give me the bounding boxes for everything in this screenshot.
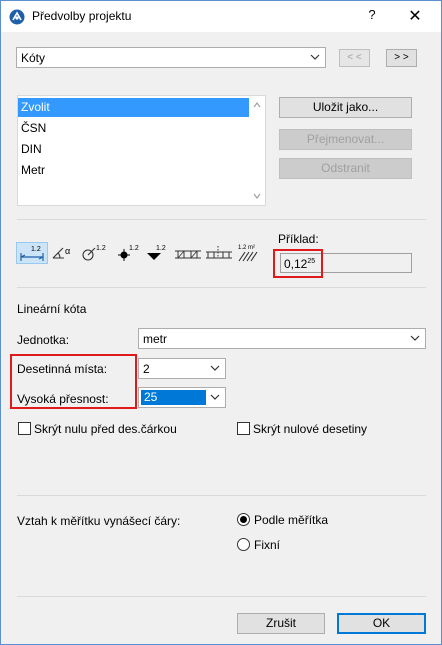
- door-window-dimension-icon: [175, 250, 201, 259]
- help-button[interactable]: ?: [363, 7, 381, 25]
- chevron-down-icon: [210, 394, 220, 400]
- highlight-frame-decimals: [10, 354, 137, 409]
- preset-item-csn[interactable]: ČSN: [18, 119, 249, 138]
- scale-option-fixed-label: Fixní: [254, 538, 281, 552]
- example-preview-extension: [327, 253, 412, 273]
- angular-dimension-tool[interactable]: α: [50, 242, 78, 264]
- elevation-dimension-icon: 1.2: [147, 245, 166, 260]
- precision-select[interactable]: 25: [138, 387, 226, 408]
- linear-dimension-icon: 1.2: [20, 246, 44, 261]
- prev-category-button[interactable]: < <: [339, 49, 370, 67]
- hide-trailing-zeros-label: Skrýt nulové desetiny: [253, 422, 368, 436]
- level-dimension-tool[interactable]: 1.2: [114, 242, 142, 264]
- scale-radio-fixed[interactable]: [237, 538, 250, 551]
- section-title-linear: Lineární kóta: [17, 302, 87, 316]
- preset-list-scrollbar[interactable]: [249, 96, 265, 205]
- elevation-dimension-tool[interactable]: 1.2: [144, 242, 172, 264]
- close-button[interactable]: ✕: [404, 6, 426, 26]
- example-label: Příklad:: [278, 232, 319, 246]
- preset-item-zvolit[interactable]: Zvolit: [18, 98, 249, 117]
- separator: [17, 596, 426, 597]
- preset-list[interactable]: Zvolit ČSN DIN Metr: [17, 95, 266, 206]
- area-dimension-icon: 1.2 m²: [238, 245, 258, 262]
- svg-text:α: α: [65, 246, 70, 256]
- archicad-logo-icon: [9, 9, 25, 25]
- hide-trailing-zeros-checkbox[interactable]: [237, 422, 250, 435]
- svg-text:1.2: 1.2: [31, 246, 41, 253]
- level-dimension-icon: 1.2: [118, 245, 139, 261]
- category-value: Kóty: [21, 51, 46, 65]
- window-title: Předvolby projektu: [32, 9, 132, 23]
- separator: [17, 219, 426, 220]
- preset-item-metr[interactable]: Metr: [18, 161, 249, 180]
- svg-text:1.2: 1.2: [129, 245, 139, 252]
- area-dimension-tool[interactable]: 1.2 m²: [236, 242, 266, 264]
- scroll-down-icon[interactable]: [252, 191, 262, 201]
- scale-option-by-scale-label: Podle měřítka: [254, 513, 329, 527]
- unit-value: metr: [143, 332, 167, 346]
- chevron-down-icon: [410, 335, 420, 341]
- delete-button[interactable]: Odstranit: [279, 158, 412, 179]
- linear-dimension-tool[interactable]: 1.2: [16, 242, 48, 264]
- door-window-dimension-tool[interactable]: [173, 242, 203, 264]
- category-select[interactable]: Kóty: [16, 47, 326, 68]
- precision-value: 25: [141, 390, 206, 405]
- separator: [17, 287, 426, 288]
- scroll-up-icon[interactable]: [252, 100, 262, 110]
- scale-relation-label: Vztah k měřítku vynášecí čáry:: [17, 514, 181, 528]
- svg-text:1.2: 1.2: [96, 245, 106, 252]
- sill-height-dimension-tool[interactable]: [204, 242, 234, 264]
- save-as-button[interactable]: Uložit jako...: [279, 97, 412, 118]
- radial-dimension-icon: 1.2: [82, 245, 106, 261]
- unit-select[interactable]: metr: [138, 328, 426, 349]
- angular-dimension-icon: α: [52, 246, 70, 259]
- hide-leading-zero-label: Skrýt nulu před des.čárkou: [34, 422, 177, 436]
- title-bar: Předvolby projektu ? ✕: [1, 1, 441, 32]
- sill-height-dimension-icon: [206, 246, 232, 259]
- hide-leading-zero-checkbox[interactable]: [18, 422, 31, 435]
- decimals-value: 2: [143, 362, 150, 376]
- chevron-down-icon: [210, 365, 220, 371]
- decimals-select[interactable]: 2: [138, 358, 226, 379]
- unit-label: Jednotka:: [17, 333, 70, 347]
- svg-text:1.2 m²: 1.2 m²: [238, 245, 255, 251]
- scale-radio-by-scale[interactable]: [237, 513, 250, 526]
- svg-text:1.2: 1.2: [156, 245, 166, 252]
- rename-button[interactable]: Přejmenovat...: [279, 129, 412, 150]
- preferences-dialog: Předvolby projektu ? ✕ Kóty < < > > Zvol…: [0, 0, 442, 645]
- highlight-frame-example: [273, 249, 323, 278]
- radial-dimension-tool[interactable]: 1.2: [80, 242, 110, 264]
- separator: [17, 495, 426, 496]
- next-category-button[interactable]: > >: [386, 49, 417, 67]
- ok-button[interactable]: OK: [337, 613, 426, 634]
- chevron-down-icon: [310, 54, 320, 60]
- cancel-button[interactable]: Zrušit: [237, 613, 325, 634]
- preset-item-din[interactable]: DIN: [18, 140, 249, 159]
